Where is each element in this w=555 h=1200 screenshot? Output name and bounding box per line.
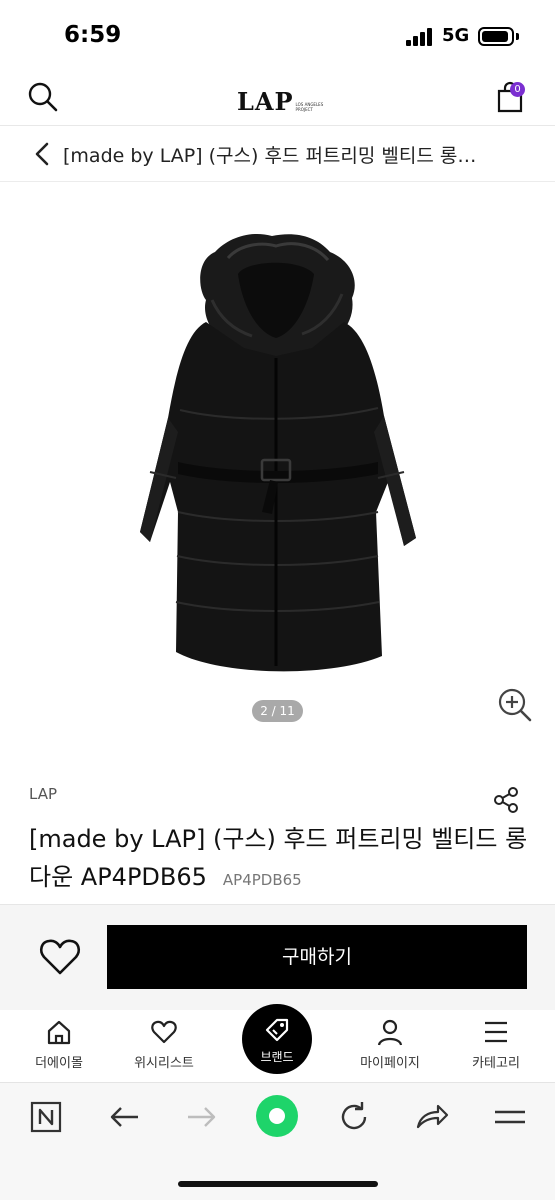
nav-label-mypage: 마이페이지 (360, 1056, 420, 1071)
status-time: 6:59 (64, 22, 122, 48)
zoom-in-button[interactable] (496, 686, 534, 724)
browser-toolbar (0, 1082, 555, 1200)
gallery-page-indicator: 2 / 11 (252, 700, 303, 722)
heart-icon (151, 1020, 177, 1044)
share-icon (494, 787, 518, 813)
wishlist-button[interactable] (38, 935, 82, 979)
heart-icon (39, 939, 81, 975)
bottom-nav: 더에이몰 위시리스트 브랜드 마이페이지 카테고리 (0, 1004, 555, 1082)
logo-text: LAP (237, 87, 294, 116)
battery-tip (516, 33, 519, 40)
product-brand[interactable]: LAP (29, 785, 57, 803)
home-icon (47, 1020, 71, 1045)
bar-title: [made by LAP] (구스) 후드 퍼트리밍 벨티드 롱… (63, 145, 477, 167)
signal-icon (406, 28, 434, 46)
nav-label-brand: 브랜드 (260, 1050, 294, 1064)
tag-icon (265, 1018, 289, 1042)
cart-button[interactable]: 0 (494, 80, 528, 114)
zoom-in-icon (498, 688, 532, 722)
nav-item-mypage[interactable]: 마이페이지 (345, 1018, 435, 1082)
green-home-icon[interactable] (254, 1093, 300, 1139)
nav-label-home: 더에이몰 (35, 1056, 83, 1071)
brand-logo[interactable]: LAP LOS ANGELES PROJECT (237, 86, 330, 114)
status-bar: 6:59 5G (0, 0, 555, 70)
purchase-bar: 구매하기 (0, 904, 555, 1010)
naver-n-icon[interactable] (26, 1097, 66, 1137)
nav-label-category: 카테고리 (472, 1056, 520, 1071)
nav-label-wishlist: 위시리스트 (134, 1056, 194, 1071)
nav-item-category[interactable]: 카테고리 (451, 1018, 541, 1082)
home-indicator (178, 1181, 378, 1187)
menu-icon (485, 1021, 507, 1043)
battery-icon (478, 27, 514, 46)
back-button[interactable] (30, 140, 54, 168)
logo-subtext: LOS ANGELES PROJECT (295, 102, 324, 112)
cart-count-badge: 0 (510, 82, 525, 97)
forward-arrow-icon[interactable] (182, 1097, 222, 1137)
back-arrow-icon[interactable] (104, 1097, 144, 1137)
product-image-carousel[interactable]: 2 / 11 (0, 182, 555, 742)
refresh-icon[interactable] (334, 1097, 374, 1137)
chevron-left-icon (35, 142, 49, 166)
search-icon[interactable] (26, 80, 60, 114)
share-arrow-icon[interactable] (412, 1097, 452, 1137)
menu-icon[interactable] (490, 1097, 530, 1137)
nav-item-home[interactable]: 더에이몰 (14, 1018, 104, 1082)
product-title: [made by LAP] (구스) 후드 퍼트리밍 벨티드 롱다운 AP4PD… (29, 820, 539, 899)
share-button[interactable] (492, 786, 520, 814)
nav-item-brand[interactable]: 브랜드 (242, 1004, 312, 1074)
nav-item-wishlist[interactable]: 위시리스트 (119, 1018, 209, 1082)
network-label: 5G (442, 25, 470, 46)
person-icon (377, 1019, 403, 1046)
product-title-bar: [made by LAP] (구스) 후드 퍼트리밍 벨티드 롱… (0, 126, 555, 182)
app-header: LAP LOS ANGELES PROJECT 0 (0, 70, 555, 126)
product-code: AP4PDB65 (222, 871, 302, 889)
buy-button[interactable]: 구매하기 (107, 925, 527, 989)
product-photo (140, 233, 416, 672)
